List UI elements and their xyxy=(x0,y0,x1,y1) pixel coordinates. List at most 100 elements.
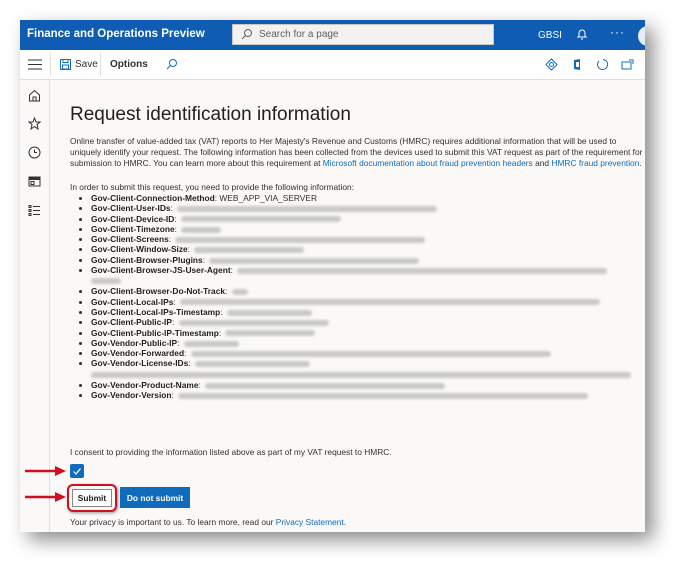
submit-button[interactable]: Submit xyxy=(72,489,112,507)
description-text: and xyxy=(532,158,552,168)
field-name: Gov-Client-Device-ID xyxy=(91,213,175,224)
company-picker[interactable]: GBSI xyxy=(538,30,562,41)
list-item: Gov-Client-Timezone: xyxy=(91,224,645,234)
redacted-value xyxy=(178,392,589,399)
field-name: Gov-Vendor-Version xyxy=(91,390,172,401)
list-item: Gov-Client-Public-IP-Timestamp: xyxy=(91,328,645,338)
do-not-submit-button[interactable]: Do not submit xyxy=(120,487,190,508)
field-name: Gov-Client-Timezone xyxy=(91,223,175,234)
list-item: Gov-Client-Browser-Do-Not-Track: xyxy=(91,286,645,296)
redacted-value xyxy=(91,278,121,285)
privacy-text: Your privacy is important to us. To lear… xyxy=(70,517,346,527)
redacted-value xyxy=(181,226,222,233)
field-name: Gov-Vendor-Forwarded xyxy=(91,348,185,359)
clock-icon[interactable] xyxy=(28,146,41,159)
redacted-value xyxy=(231,289,248,296)
field-name: Gov-Client-User-IDs xyxy=(91,203,171,214)
app-title[interactable]: Finance and Operations Preview xyxy=(27,28,205,40)
description-text: . xyxy=(639,158,642,168)
header-field-list: Gov-Client-Connection-Method: WEB_APP_VI… xyxy=(70,193,645,400)
redacted-value xyxy=(91,371,631,378)
field-name: Gov-Client-Local-IPs xyxy=(91,296,174,307)
redacted-value xyxy=(205,382,446,389)
search-box[interactable]: Search for a page xyxy=(232,24,494,45)
list-item: Gov-Client-Screens: xyxy=(91,234,645,244)
redacted-value xyxy=(180,299,601,306)
field-name: Gov-Client-Public-IP xyxy=(91,317,172,328)
list-icon[interactable] xyxy=(28,204,41,217)
hamburger-icon[interactable] xyxy=(28,59,42,70)
save-label: Save xyxy=(75,59,98,70)
field-value: WEB_APP_VIA_SERVER xyxy=(219,193,318,203)
star-icon[interactable] xyxy=(28,117,41,130)
office-icon[interactable] xyxy=(571,58,584,71)
redacted-value xyxy=(177,206,438,213)
privacy-prefix: Your privacy is important to us. To lear… xyxy=(70,517,276,527)
search-icon xyxy=(241,29,252,40)
divider xyxy=(50,53,51,76)
consent-label: I consent to providing the information l… xyxy=(70,447,392,457)
list-item: Gov-Client-Local-IPs: xyxy=(91,297,645,307)
list-item: Gov-Client-Connection-Method: WEB_APP_VI… xyxy=(91,193,645,203)
redacted-value xyxy=(209,257,420,264)
page-title: Request identification information xyxy=(70,104,351,125)
diamond-icon[interactable] xyxy=(545,58,558,71)
home-icon[interactable] xyxy=(28,89,41,102)
annotation-arrow-icon xyxy=(25,466,66,476)
save-button[interactable]: Save xyxy=(60,59,98,70)
options-tab[interactable]: Options xyxy=(110,59,148,70)
command-bar: Save Options xyxy=(20,50,645,80)
redacted-value xyxy=(190,350,551,357)
list-item: Gov-Client-User-IDs: xyxy=(91,203,645,213)
field-name: Gov-Client-Connection-Method xyxy=(91,193,215,203)
field-name: Gov-Client-Browser-Do-Not-Track xyxy=(91,286,226,297)
privacy-suffix: . xyxy=(343,517,347,527)
left-nav xyxy=(20,80,50,532)
list-item: Gov-Vendor-Version: xyxy=(91,390,645,400)
list-item: Gov-Vendor-Product-Name: xyxy=(91,380,645,390)
avatar[interactable] xyxy=(638,26,645,46)
redacted-value xyxy=(225,330,316,337)
refresh-icon[interactable] xyxy=(596,58,609,71)
redacted-value xyxy=(194,361,310,368)
list-item: Gov-Client-Local-IPs-Timestamp: xyxy=(91,307,645,317)
ms-docs-link[interactable]: Microsoft documentation about fraud prev… xyxy=(323,158,533,168)
redacted-value xyxy=(226,309,312,316)
save-icon xyxy=(60,59,71,70)
intro-text: In order to submit this request, you nee… xyxy=(70,182,354,192)
dialog-content: Request identification information Onlin… xyxy=(70,104,645,400)
search-placeholder: Search for a page xyxy=(259,29,339,40)
annotation-arrow-icon xyxy=(25,492,66,502)
redacted-value xyxy=(180,216,341,223)
bell-icon[interactable] xyxy=(575,27,589,41)
field-name: Gov-Vendor-License-IDs xyxy=(91,358,189,369)
redacted-value xyxy=(194,247,305,254)
list-item: Gov-Client-Public-IP: xyxy=(91,317,645,327)
divider xyxy=(100,53,101,76)
more-button[interactable]: ··· xyxy=(610,25,625,39)
consent-checkbox[interactable] xyxy=(70,464,84,478)
redacted-value xyxy=(175,236,426,243)
workspace-icon[interactable] xyxy=(28,175,41,188)
search-icon[interactable] xyxy=(166,58,178,70)
privacy-statement-link[interactable]: Privacy Statement xyxy=(276,517,344,527)
description: Online transfer of value-added tax (VAT)… xyxy=(70,136,645,169)
top-bar: Finance and Operations Preview Search fo… xyxy=(20,20,645,50)
open-new-window-icon[interactable] xyxy=(621,58,634,71)
list-item: Gov-Client-Device-ID: xyxy=(91,214,645,224)
redacted-value xyxy=(237,267,608,274)
field-name: Gov-Client-Public-IP-Timestamp xyxy=(91,327,219,338)
field-name: Gov-Vendor-Public-IP xyxy=(91,337,178,348)
list-item: Gov-Client-Window-Size: xyxy=(91,244,645,254)
list-item: Gov-Client-Browser-Plugins: xyxy=(91,255,645,265)
list-item: Gov-Vendor-License-IDs: xyxy=(91,358,645,378)
field-name: Gov-Client-Browser-Plugins xyxy=(91,254,203,265)
app-window: Finance and Operations Preview Search fo… xyxy=(20,20,645,532)
checkmark-icon xyxy=(73,468,81,475)
redacted-value xyxy=(178,320,329,327)
redacted-value xyxy=(183,340,239,347)
hmrc-link[interactable]: HMRC fraud prevention xyxy=(551,158,639,168)
field-name: Gov-Client-Screens xyxy=(91,234,169,245)
field-name: Gov-Client-Local-IPs-Timestamp xyxy=(91,306,221,317)
field-name: Gov-Vendor-Product-Name xyxy=(91,379,199,390)
